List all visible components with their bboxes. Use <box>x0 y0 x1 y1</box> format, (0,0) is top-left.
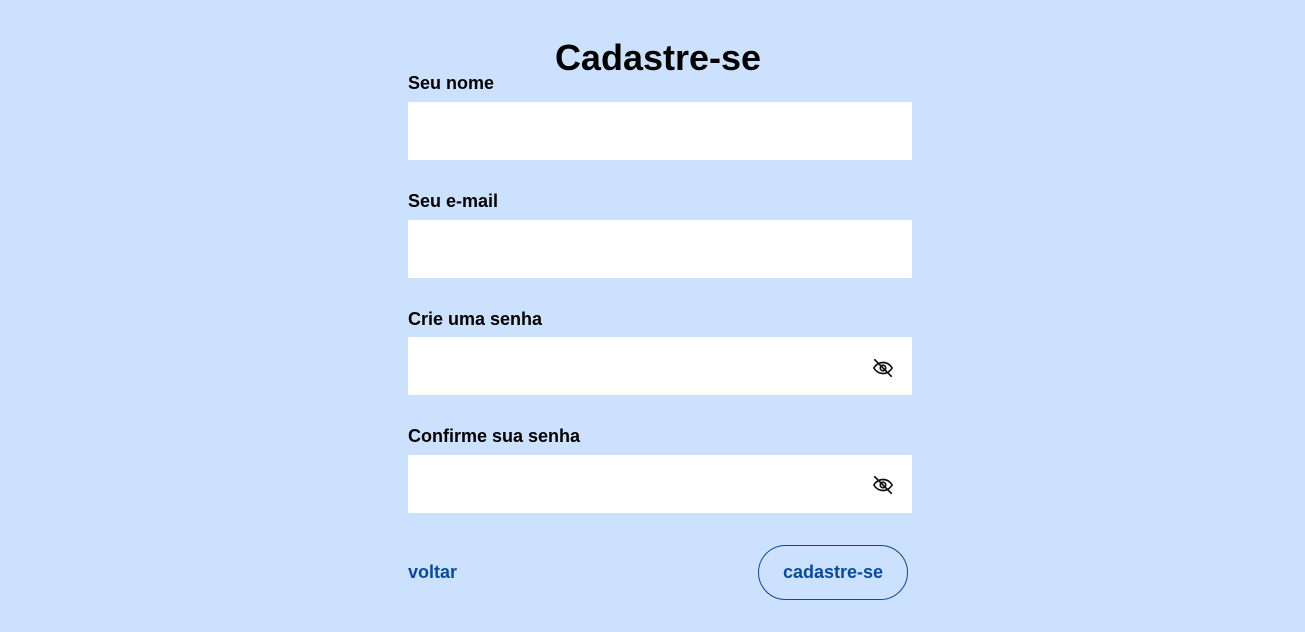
back-link[interactable]: voltar <box>408 560 457 584</box>
eye-off-icon[interactable] <box>870 472 896 498</box>
confirm-password-input[interactable] <box>408 455 912 513</box>
password-label: Crie uma senha <box>408 309 543 329</box>
signup-button[interactable]: cadastre-se <box>758 545 908 600</box>
email-label: Seu e-mail <box>408 191 499 211</box>
name-label: Seu nome <box>408 73 495 93</box>
eye-off-icon[interactable] <box>870 355 896 381</box>
password-input[interactable] <box>408 337 912 395</box>
confirm-password-label: Confirme sua senha <box>408 426 581 446</box>
signup-page: Cadastre-se Seu nome Seu e-mail Crie uma… <box>0 0 1305 632</box>
email-input[interactable] <box>408 220 912 278</box>
name-input[interactable] <box>408 102 912 160</box>
page-title: Cadastre-se <box>554 37 762 78</box>
